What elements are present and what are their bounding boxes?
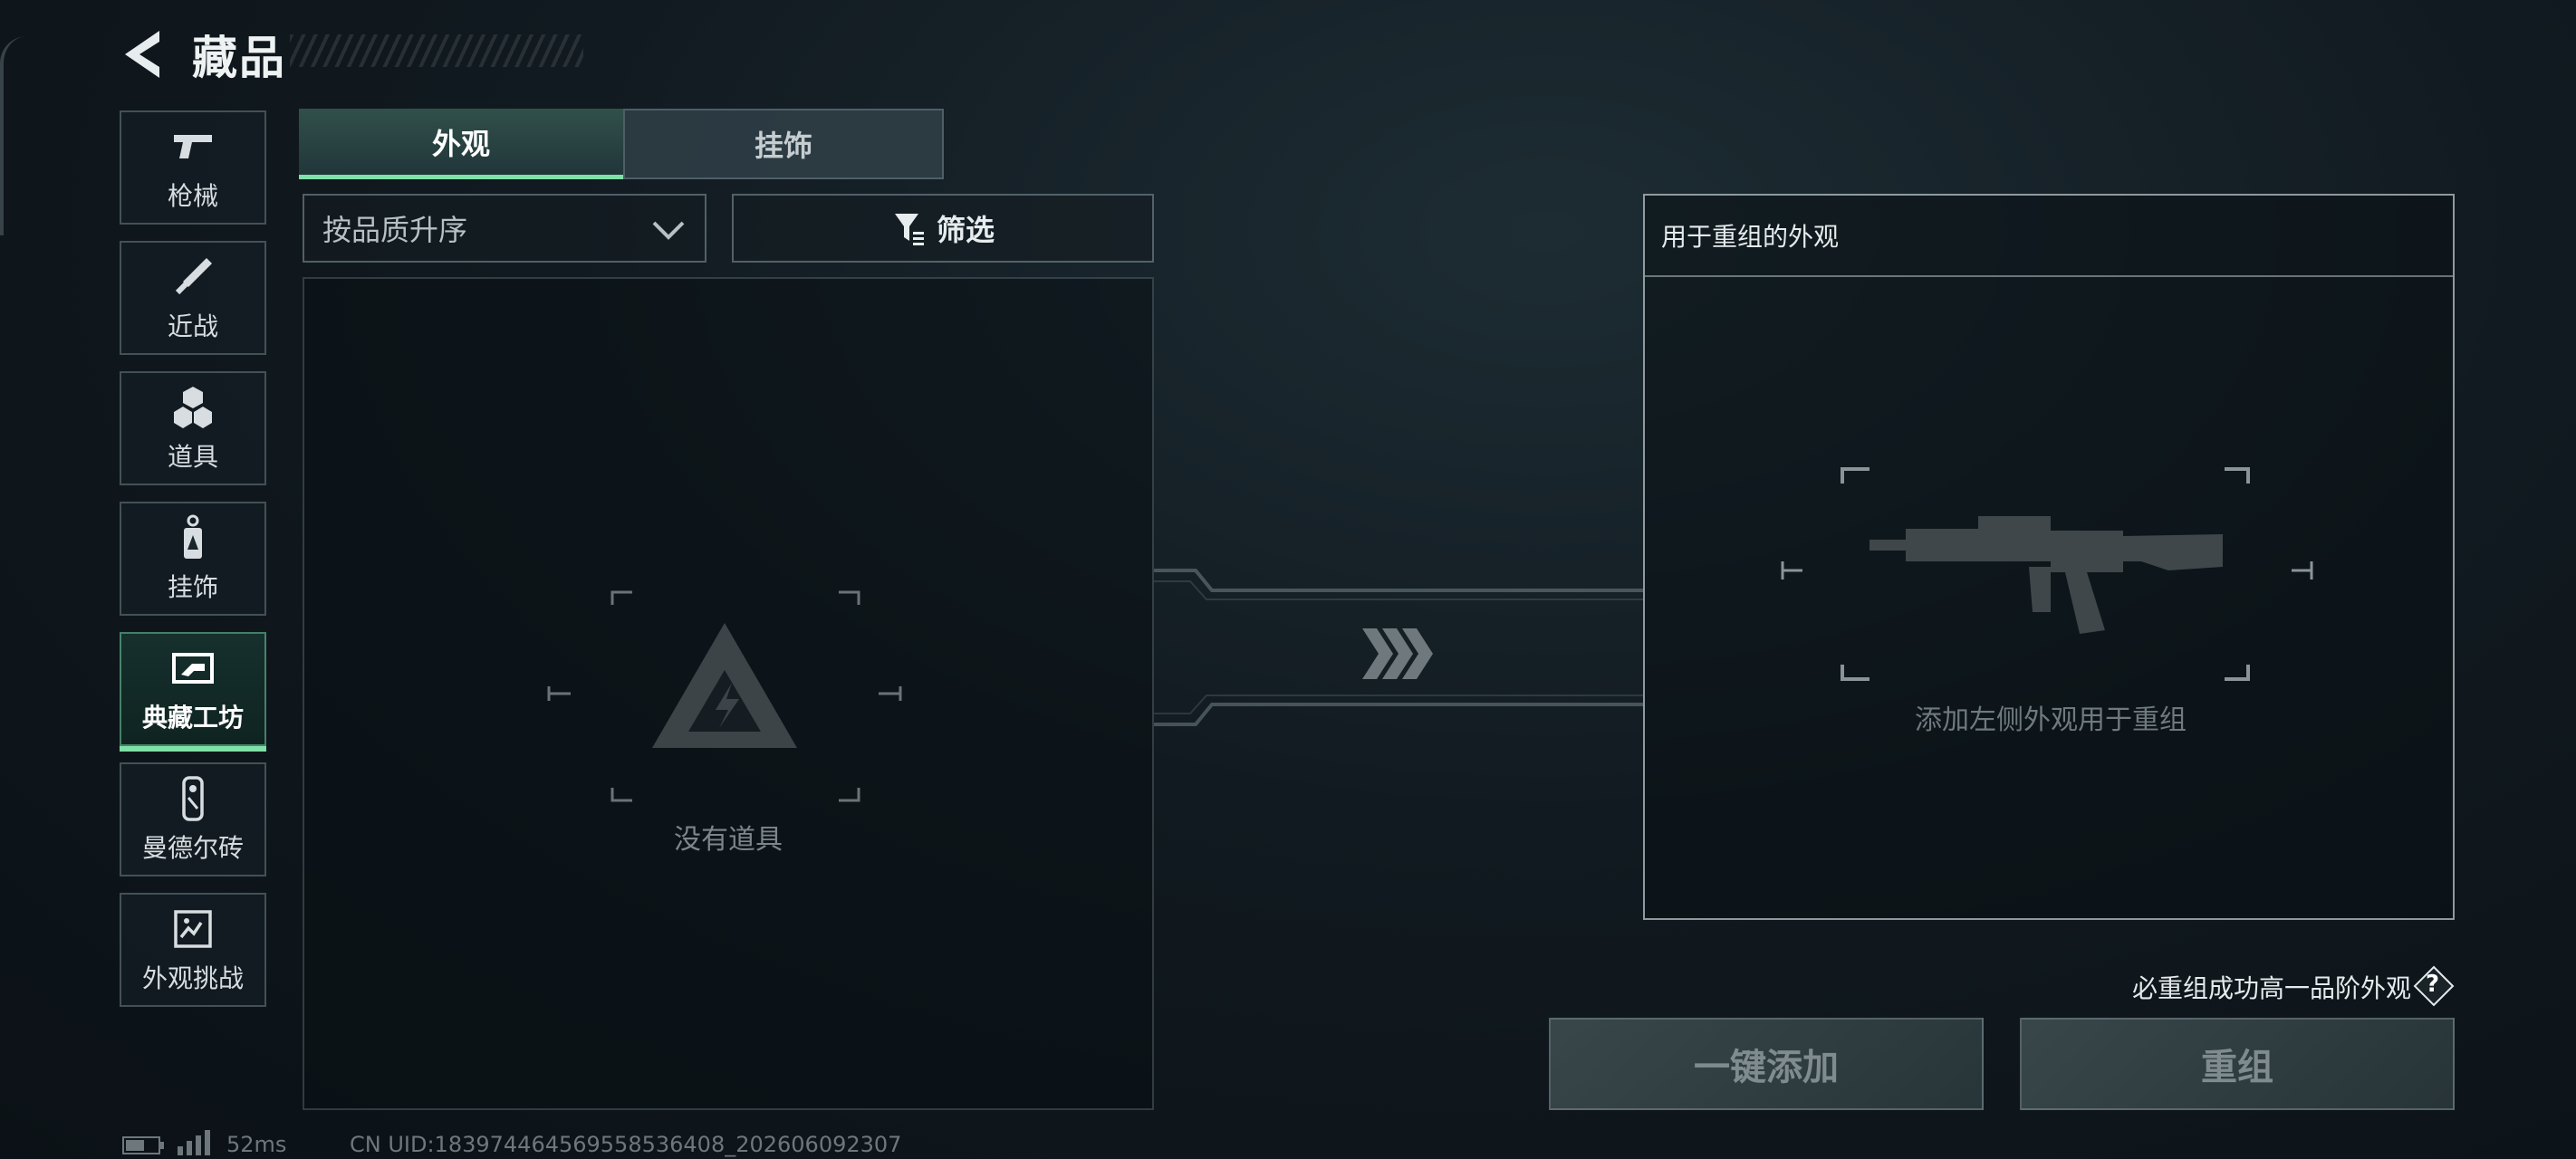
ping-text: 52ms <box>226 1132 287 1157</box>
grenade-icon <box>174 387 212 428</box>
sidebar-item-label: 道具 <box>167 442 218 472</box>
sidebar-item-melee[interactable]: 近战 <box>120 241 266 355</box>
rifle-silhouette-icon <box>1870 516 2223 634</box>
filter-button[interactable]: 筛选 <box>732 194 1154 263</box>
sidebar-item-label: 枪械 <box>167 181 218 211</box>
guarantee-text: 必重组成功高一品阶外观 <box>2131 973 2411 1003</box>
sidebar-item-skin-challenge[interactable]: 外观挑战 <box>120 893 266 1007</box>
help-label: ? <box>2426 971 2440 998</box>
screen-edge-decoration <box>0 36 31 235</box>
sidebar-item-charms[interactable]: 挂饰 <box>120 502 266 616</box>
sort-selected-value: 按品质升序 <box>322 213 468 247</box>
pistol-icon <box>174 135 212 158</box>
sidebar-item-label: 近战 <box>167 311 218 341</box>
back-button[interactable] <box>120 27 165 81</box>
back-arrow-icon <box>125 31 159 78</box>
signal-icon <box>178 1130 210 1155</box>
sidebar-item-mandel-brick[interactable]: 曼德尔砖 <box>120 762 266 876</box>
help-button[interactable]: ? <box>2413 965 2455 1007</box>
filter-icon <box>894 214 924 245</box>
sort-dropdown[interactable]: 按品质升序 <box>303 194 706 263</box>
sidebar-item-workshop[interactable]: 典藏工坊 <box>120 632 266 752</box>
sidebar-item-label: 挂饰 <box>167 572 218 602</box>
sidebar-item-tools[interactable]: 道具 <box>120 371 266 485</box>
knife-icon <box>175 258 212 295</box>
challenge-icon <box>174 910 212 948</box>
recombine-button[interactable]: 重组 <box>2020 1018 2455 1110</box>
chevron-down-icon <box>652 221 685 240</box>
sidebar-item-label: 曼德尔砖 <box>141 833 244 863</box>
sidebar-item-firearms[interactable]: 枪械 <box>120 110 266 225</box>
tab-appearance[interactable]: 外观 <box>299 109 623 179</box>
battery-icon <box>122 1136 164 1154</box>
charm-icon <box>184 514 202 559</box>
recombine-panel-title: 用于重组的外观 <box>1645 196 2453 277</box>
recombine-hint-text: 添加左侧外观用于重组 <box>1915 704 2187 736</box>
sidebar-item-label: 典藏工坊 <box>141 703 244 733</box>
empty-logo-icon <box>652 623 797 748</box>
tab-charms[interactable]: 挂饰 <box>623 109 944 179</box>
sidebar-item-label: 外观挑战 <box>141 963 244 993</box>
page-title: 藏品 <box>192 32 286 84</box>
uid-text: CN UID:183974464569558536408_20260609230… <box>350 1132 902 1157</box>
title-decoration <box>290 34 583 67</box>
brick-icon <box>182 776 204 821</box>
workshop-icon <box>172 653 214 684</box>
forward-arrows-icon <box>1362 628 1433 679</box>
filter-label: 筛选 <box>936 213 995 247</box>
add-all-button[interactable]: 一键添加 <box>1549 1018 1984 1110</box>
